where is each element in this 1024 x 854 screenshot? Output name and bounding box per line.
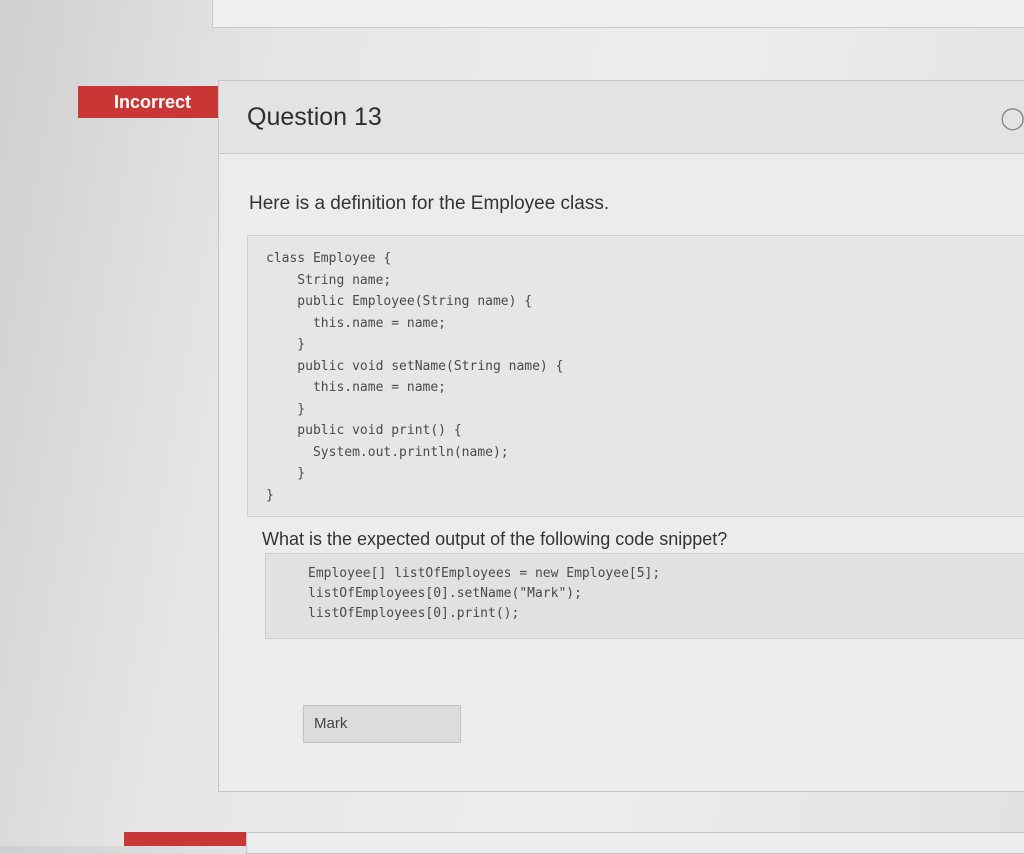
class-code-block: class Employee { String name; public Emp… <box>247 235 1024 517</box>
question-title: Question 13 <box>247 103 382 131</box>
answer-value: Mark <box>314 715 348 732</box>
flag-icon[interactable]: ◯ <box>1000 105 1024 131</box>
status-badge-label: Incorrect <box>114 92 192 112</box>
next-status-badge <box>124 832 258 846</box>
previous-question-card <box>212 0 1024 28</box>
answer-field[interactable]: Mark <box>303 705 461 743</box>
snippet-code-block: Employee[] listOfEmployees = new Employe… <box>265 553 1024 639</box>
status-badge: Incorrect <box>78 86 238 118</box>
question-followup: What is the expected output of the follo… <box>262 529 728 549</box>
snippet-code-text: Employee[] listOfEmployees = new Employe… <box>308 566 661 621</box>
question-header: Question 13 ◯ <box>219 81 1024 154</box>
question-card: Question 13 ◯ Here is a definition for t… <box>218 80 1024 792</box>
next-question-card <box>246 832 1024 854</box>
class-code-text: class Employee { String name; public Emp… <box>266 251 564 503</box>
question-prompt: Here is a definition for the Employee cl… <box>249 193 610 214</box>
